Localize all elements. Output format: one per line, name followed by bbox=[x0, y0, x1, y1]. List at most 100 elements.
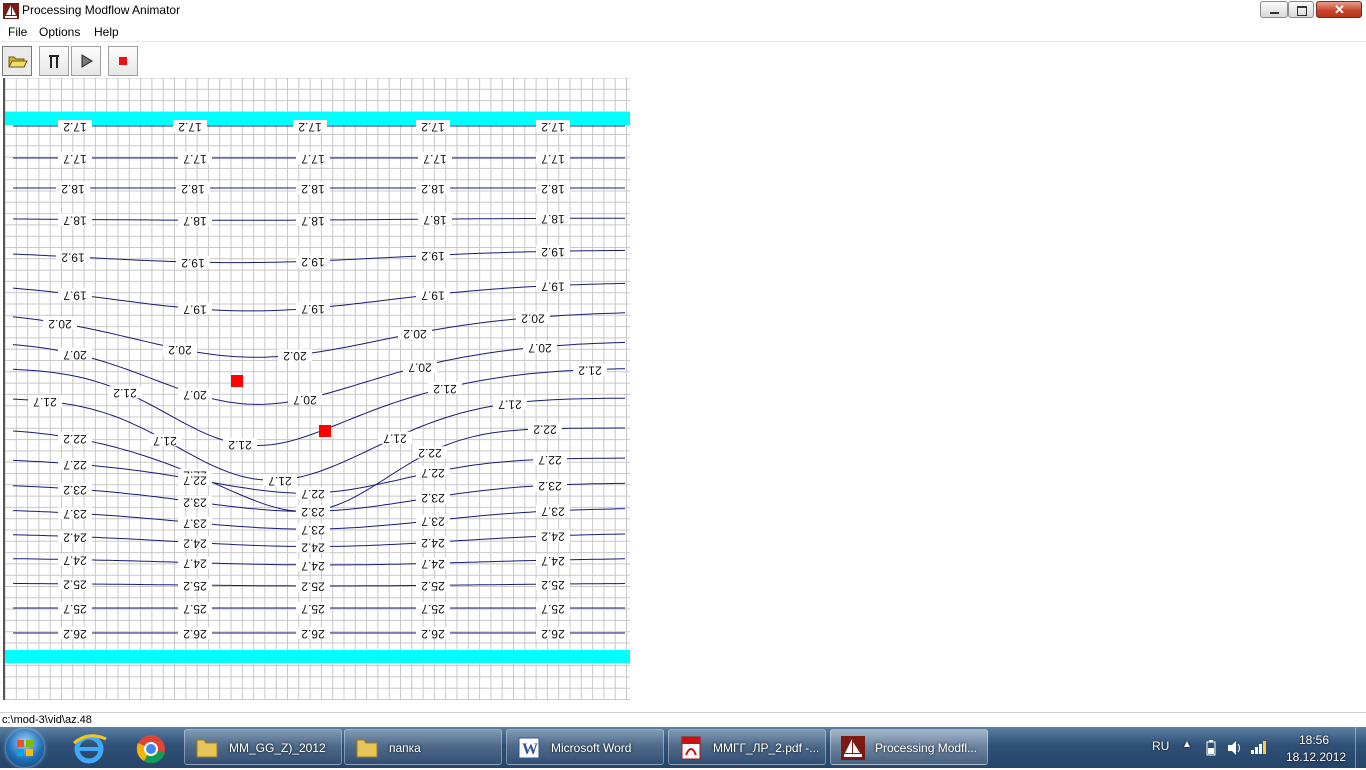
contour-label: 17.7 bbox=[541, 152, 565, 166]
modflow-app-icon bbox=[3, 3, 19, 19]
contour-label: 20.2 bbox=[168, 343, 192, 357]
contour-label: 19.7 bbox=[63, 288, 87, 302]
contour-label: 19.2 bbox=[301, 255, 325, 269]
contour-label: 25.2 bbox=[301, 580, 325, 594]
contour-label: 20.2 bbox=[403, 327, 427, 341]
contour-label: 25.7 bbox=[421, 602, 445, 616]
pause-button[interactable] bbox=[39, 46, 69, 76]
contour-label: 25.2 bbox=[421, 579, 445, 593]
play-button[interactable] bbox=[71, 46, 101, 76]
contour-label: 19.7 bbox=[183, 302, 207, 316]
minimize-button[interactable] bbox=[1260, 1, 1288, 18]
contour-label: 21.7 bbox=[153, 434, 177, 448]
contour-label: 24.2 bbox=[541, 530, 565, 544]
well-marker[interactable] bbox=[231, 375, 243, 387]
close-button[interactable]: ✕ bbox=[1316, 1, 1362, 18]
task-pdf[interactable]: ММГГ_ЛР_2.pdf -... bbox=[668, 729, 826, 765]
menu-options[interactable]: Options bbox=[39, 25, 80, 39]
contour-label: 23.2 bbox=[301, 505, 325, 519]
contour-label: 17.7 bbox=[301, 152, 325, 166]
contour-label: 20.2 bbox=[521, 311, 545, 325]
show-desktop-button[interactable] bbox=[1355, 727, 1366, 768]
play-icon bbox=[81, 54, 93, 68]
contour-label: 19.2 bbox=[421, 249, 445, 263]
model-canvas[interactable]: 17.2 17.2 17.2 17.2 17.2 17.7 17.7 17.7 17.7 17.7… bbox=[3, 77, 632, 700]
contour-label: 21.7 bbox=[268, 474, 292, 488]
contour-label: 21.7 bbox=[383, 432, 407, 446]
contour-label: 17.7 bbox=[423, 152, 447, 166]
minimize-icon bbox=[1270, 12, 1279, 14]
contour-label: 18.2 bbox=[181, 182, 205, 196]
contour-label: 18.7 bbox=[423, 213, 447, 227]
menu-bar: File Options Help bbox=[0, 22, 1366, 41]
contour-label: 25.2 bbox=[63, 578, 87, 592]
taskbar: MM_GG_Z)_2012 папка W Microsoft Word ММГ… bbox=[0, 727, 1366, 768]
contour-label: 17.2 bbox=[298, 120, 322, 134]
network-signal-icon[interactable] bbox=[1250, 739, 1268, 755]
volume-icon[interactable] bbox=[1226, 740, 1244, 756]
pdf-icon bbox=[681, 736, 701, 760]
clock-time[interactable]: 18:56 bbox=[1299, 733, 1329, 747]
contour-label: 19.2 bbox=[61, 251, 85, 265]
contour-label: 26.2 bbox=[63, 627, 87, 641]
contour-label: 23.2 bbox=[421, 491, 445, 505]
contour-label: 20.2 bbox=[283, 349, 307, 363]
contour-label: 24.7 bbox=[183, 557, 207, 571]
word-icon: W bbox=[518, 737, 540, 759]
well-marker[interactable] bbox=[319, 425, 331, 437]
contour-label: 22.2 bbox=[533, 423, 557, 437]
contour-label: 18.2 bbox=[301, 182, 325, 196]
task-label: Processing Modfl... bbox=[875, 741, 978, 755]
contour-label: 24.2 bbox=[63, 530, 87, 544]
contour-label: 20.2 bbox=[48, 317, 72, 331]
status-bar: c:\mod-3\vid\az.48 bbox=[0, 712, 1366, 728]
task-label: ММГГ_ЛР_2.pdf -... bbox=[713, 741, 820, 755]
contour-label: 17.2 bbox=[178, 120, 202, 134]
stop-button[interactable] bbox=[108, 46, 138, 76]
contour-label: 18.7 bbox=[301, 214, 325, 228]
restore-button[interactable] bbox=[1288, 1, 1314, 18]
clock-date[interactable]: 18.12.2012 bbox=[1286, 750, 1346, 764]
task-folder-1[interactable]: MM_GG_Z)_2012 bbox=[184, 729, 342, 765]
battery-icon[interactable] bbox=[1204, 740, 1218, 756]
internet-explorer-icon bbox=[73, 734, 107, 764]
contour-label: 24.7 bbox=[421, 557, 445, 571]
contour-label: 24.2 bbox=[301, 540, 325, 554]
open-folder-icon bbox=[8, 56, 28, 68]
menu-help[interactable]: Help bbox=[94, 25, 119, 39]
contour-label: 20.7 bbox=[63, 348, 87, 362]
chrome-icon bbox=[136, 735, 165, 764]
task-word[interactable]: W Microsoft Word bbox=[506, 729, 664, 765]
contour-label: 22.7 bbox=[63, 458, 87, 472]
contour-label: 24.7 bbox=[541, 554, 565, 568]
contour-label: 22.7 bbox=[421, 466, 445, 480]
pinned-ie[interactable] bbox=[62, 729, 116, 767]
show-hidden-icons-icon[interactable]: ▲ bbox=[1182, 739, 1192, 750]
contour-label: 22.2 bbox=[418, 446, 442, 460]
contour-label: 23.2 bbox=[183, 496, 207, 510]
contour-label: 25.2 bbox=[183, 579, 207, 593]
contour-label: 19.7 bbox=[541, 279, 565, 293]
contour-label: 20.7 bbox=[293, 393, 317, 407]
svg-text:W: W bbox=[522, 741, 538, 758]
task-label: папка bbox=[389, 741, 421, 755]
close-icon: ✕ bbox=[1334, 2, 1345, 17]
contour-label: 21.7 bbox=[498, 397, 522, 411]
menu-file[interactable]: File bbox=[8, 25, 27, 39]
contour-map: 17.2 17.2 17.2 17.2 17.2 17.7 17.7 17.7 17.7 17.7… bbox=[4, 77, 630, 700]
contour-label: 26.2 bbox=[541, 627, 565, 641]
task-modflow[interactable]: Processing Modfl... bbox=[830, 729, 988, 765]
pinned-chrome[interactable] bbox=[124, 729, 178, 767]
folder-icon bbox=[196, 739, 218, 758]
contour-label: 18.2 bbox=[541, 182, 565, 196]
open-button[interactable] bbox=[2, 46, 32, 76]
start-button[interactable] bbox=[6, 729, 44, 767]
task-folder-2[interactable]: папка bbox=[344, 729, 502, 765]
contour-label: 19.7 bbox=[301, 302, 325, 316]
contour-labels: 17.2 17.2 17.2 17.2 17.2 17.7 17.7 17.7 17.7 17.7… bbox=[28, 120, 607, 641]
boundary-bottom bbox=[5, 650, 630, 663]
language-indicator[interactable]: RU bbox=[1152, 739, 1169, 753]
contour-label: 24.2 bbox=[421, 536, 445, 550]
contour-label: 25.7 bbox=[301, 602, 325, 616]
modflow-icon bbox=[841, 736, 865, 760]
